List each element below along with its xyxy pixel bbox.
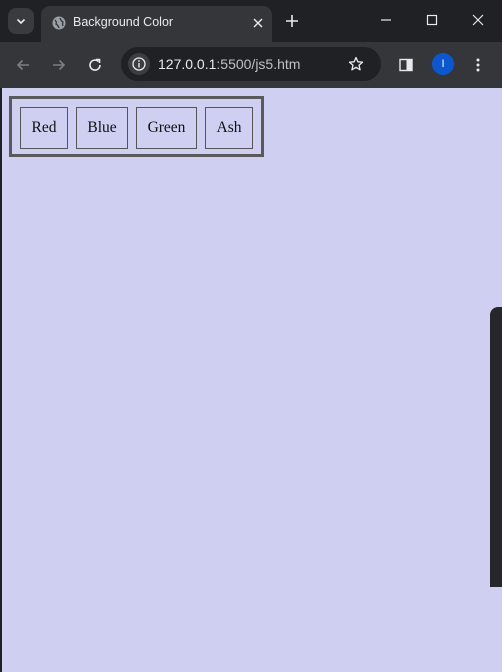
- color-button-group: Red Blue Green Ash: [9, 96, 264, 157]
- side-panel-icon: [399, 58, 413, 72]
- reload-icon: [89, 58, 101, 71]
- plus-icon: [286, 15, 298, 27]
- blue-button[interactable]: Blue: [76, 107, 128, 149]
- active-tab[interactable]: Background Color: [41, 6, 272, 42]
- browser-toolbar: 127.0.0.1:5500/js5.htm: [0, 42, 502, 88]
- close-icon: [253, 18, 263, 28]
- site-info-button[interactable]: [128, 53, 150, 75]
- tab-close-button[interactable]: [249, 14, 267, 32]
- reload-button[interactable]: [83, 53, 107, 77]
- minimize-icon: [381, 19, 391, 21]
- star-icon: [348, 56, 364, 71]
- bookmark-button[interactable]: [347, 55, 365, 73]
- globe-icon: [52, 16, 66, 30]
- tab-strip: Background Color: [0, 0, 502, 42]
- info-icon: [132, 57, 146, 71]
- maximize-button[interactable]: [418, 8, 446, 32]
- close-icon: [472, 14, 484, 26]
- profile-avatar[interactable]: I: [432, 53, 454, 75]
- url-path: :5500/js5.htm: [216, 56, 301, 72]
- devtools-panel-edge: [490, 307, 502, 587]
- tab-search-button[interactable]: [8, 8, 34, 34]
- page-viewport: Red Blue Green Ash: [2, 88, 502, 672]
- url-host: 127.0.0.1: [158, 56, 217, 72]
- arrow-right-icon: [53, 59, 66, 71]
- tab-title: Background Color: [73, 15, 174, 29]
- ash-button[interactable]: Ash: [205, 107, 253, 149]
- arrow-left-icon: [16, 59, 29, 71]
- back-button[interactable]: [11, 53, 35, 77]
- minimize-button[interactable]: [372, 8, 400, 32]
- more-vertical-icon: [476, 58, 480, 72]
- close-window-button[interactable]: [464, 8, 492, 32]
- menu-button[interactable]: [466, 53, 490, 77]
- green-button[interactable]: Green: [136, 107, 197, 149]
- maximize-icon: [426, 14, 438, 26]
- forward-button[interactable]: [47, 53, 71, 77]
- new-tab-button[interactable]: [282, 11, 302, 31]
- side-panel-button[interactable]: [394, 53, 418, 77]
- address-bar[interactable]: 127.0.0.1:5500/js5.htm: [121, 47, 381, 81]
- red-button[interactable]: Red: [20, 107, 68, 149]
- chevron-down-icon: [16, 18, 26, 25]
- url-text: 127.0.0.1:5500/js5.htm: [158, 56, 300, 72]
